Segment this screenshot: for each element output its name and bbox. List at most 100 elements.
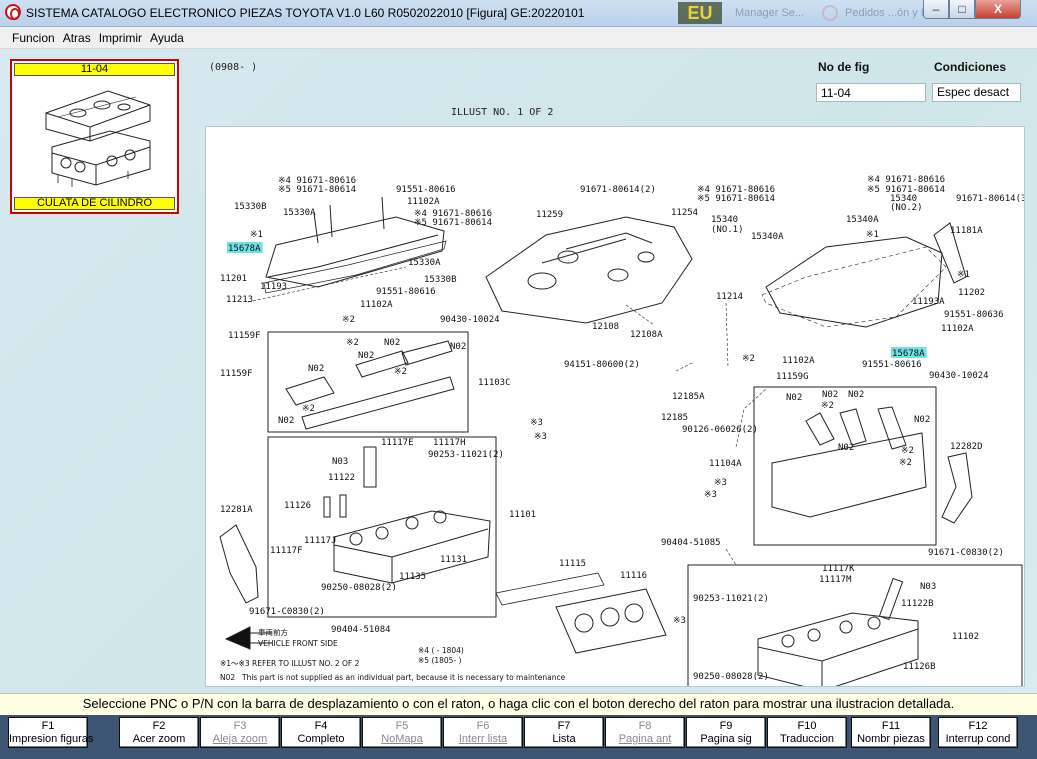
part-number-label[interactable]: 11135 [399,572,426,582]
part-number-label[interactable]: 15330B [424,275,457,285]
part-number-label[interactable]: 91671-80614(2) [580,185,656,195]
part-number-label[interactable]: 11117J [304,536,337,546]
part-number-label[interactable]: 11117K [822,564,855,574]
part-number-label[interactable]: ※1 [250,230,263,240]
f10-button[interactable]: F10 Traduccion [767,717,847,748]
part-number-label[interactable]: 94151-80600(2) [564,360,640,370]
parts-illustration[interactable]: ※4 91671-80616 ※5 91671-80614 91551-80616 1… [205,126,1025,687]
part-number-label[interactable]: 11181A [950,226,983,236]
part-number-label[interactable]: 11201 [220,274,247,284]
part-number-label[interactable]: 90250-08028(2) [693,672,769,682]
f1-button[interactable]: F1 Impresion figuras [8,717,93,748]
menu-funcion[interactable]: Funcion [8,27,59,49]
menu-atras[interactable]: Atras [59,27,95,49]
part-number-label[interactable]: 11159G [776,372,809,382]
minimize-button[interactable]: – [923,0,949,19]
part-number-label[interactable]: 11159F [220,369,253,379]
f9-button[interactable]: F9 Pagina sig [686,717,766,748]
part-number-label[interactable]: ※2 [346,338,359,348]
part-number-label[interactable]: 11213 [226,295,253,305]
part-number-label[interactable]: 12185A [672,392,705,402]
f7-button[interactable]: F7 Lista [524,717,604,748]
part-number-label[interactable]: ※2 [342,315,355,325]
part-number-label[interactable]: N02 [786,393,802,403]
no-fig-input[interactable] [816,83,926,102]
part-number-label[interactable]: 11131A [844,686,877,687]
part-number-label[interactable]: 15330B [234,202,267,212]
part-number-label[interactable]: 11117H [433,438,466,448]
part-number-label[interactable]: 12108A [630,330,663,340]
part-number-label[interactable]: 11126B [903,662,936,672]
part-number-label[interactable]: 11122 [328,473,355,483]
part-number-label[interactable]: 11117F [270,546,303,556]
part-number-label[interactable]: 11259 [536,210,563,220]
part-number-label[interactable]: 90253-11021(2) [428,450,504,460]
part-number-label[interactable]: 91551-80636 [944,310,1004,320]
part-number-label[interactable]: 91671-C0830(2) [928,548,1004,558]
part-number-label[interactable]: 11193 [260,282,287,292]
part-number-label[interactable]: N02 [838,443,854,453]
part-number-label[interactable]: 11101 [509,510,536,520]
part-number-label[interactable]: (NO.1) [711,225,744,235]
part-number-label[interactable]: 12282D [950,442,983,452]
part-number-label[interactable]: 12108 [592,322,619,332]
part-number-label[interactable]: 90430-10024 [440,315,500,325]
part-number-label[interactable]: 15678A [892,349,925,359]
close-button[interactable]: X [975,0,1021,19]
part-number-label[interactable]: (NO.2) [890,203,923,213]
part-number-label[interactable]: 11254 [671,208,698,218]
part-number-label[interactable]: ※5 91671-80614 [278,185,356,195]
part-number-label[interactable]: 11122B [901,599,934,609]
part-number-label[interactable]: ※2 [742,354,755,364]
part-number-label[interactable]: 91551-80616 [396,185,456,195]
part-number-label[interactable]: N02 [358,351,374,361]
part-number-label[interactable]: 11126 [284,501,311,511]
part-number-label[interactable]: 11102A [782,356,815,366]
part-number-label[interactable]: ※3 [673,616,686,626]
part-number-label[interactable]: 11159F [228,331,261,341]
part-number-label[interactable]: N02 [384,338,400,348]
part-number-label[interactable]: 11193A [912,297,945,307]
part-number-label[interactable]: N02 [914,415,930,425]
part-number-label[interactable]: 90404-51084 [331,625,391,635]
part-number-label[interactable]: 91671-80614(3) [956,194,1025,204]
part-number-label[interactable]: 15330A [283,208,316,218]
part-number-label[interactable]: 90430-10024 [929,371,989,381]
f5-button[interactable]: F5 NoMapa [362,717,442,748]
part-number-label[interactable]: ※1 [866,230,879,240]
part-number-label[interactable]: N02 [450,342,466,352]
part-number-label[interactable]: 15340A [846,215,879,225]
part-number-label[interactable]: 11103C [478,378,511,388]
part-number-label[interactable]: 11202 [958,288,985,298]
part-number-label[interactable]: ※4 91671-80616 [867,175,945,185]
part-number-label[interactable]: ※2 [899,458,912,468]
part-number-label[interactable]: 90126-06026(2) [682,425,758,435]
part-number-label[interactable]: N02 [308,364,324,374]
condiciones-field[interactable]: Espec desact [932,83,1021,102]
illustration-canvas[interactable]: ※4 91671-80616 ※5 91671-80614 91551-80616 1… [206,127,1025,687]
part-number-label[interactable]: ※5 91671-80614 [414,218,492,228]
part-number-label[interactable]: 15330A [408,258,441,268]
part-number-label[interactable]: ※3 [534,432,547,442]
part-number-label[interactable]: ※2 [394,367,407,377]
f2-button[interactable]: F2 Acer zoom [119,717,199,748]
part-number-label[interactable]: 12185 [661,413,688,423]
part-number-label[interactable]: N02 [278,416,294,426]
maximize-button[interactable]: □ [949,0,975,19]
part-number-label[interactable]: ※3 [704,490,717,500]
part-number-label[interactable]: ※5 91671-80614 [697,194,775,204]
f4-button[interactable]: F4 Completo [281,717,361,748]
f6-button[interactable]: F6 Interr lista [443,717,523,748]
f8-button[interactable]: F8 Pagina ant [605,717,685,748]
part-number-label[interactable]: 91671-C0830(2) [249,607,325,617]
part-number-label[interactable]: 15340A [751,232,784,242]
part-number-label[interactable]: N03 [920,582,936,592]
part-number-label[interactable]: 15678A [228,244,261,254]
menu-imprimir[interactable]: Imprimir [95,27,146,49]
part-number-label[interactable]: 90404-51085 [661,538,721,548]
part-number-label[interactable]: ※2 [901,446,914,456]
part-number-label[interactable]: 11116 [620,571,647,581]
part-number-label[interactable]: ※2 [302,404,315,414]
part-number-label[interactable]: 91551-80616 [376,287,436,297]
part-number-label[interactable]: 15340 [711,215,738,225]
